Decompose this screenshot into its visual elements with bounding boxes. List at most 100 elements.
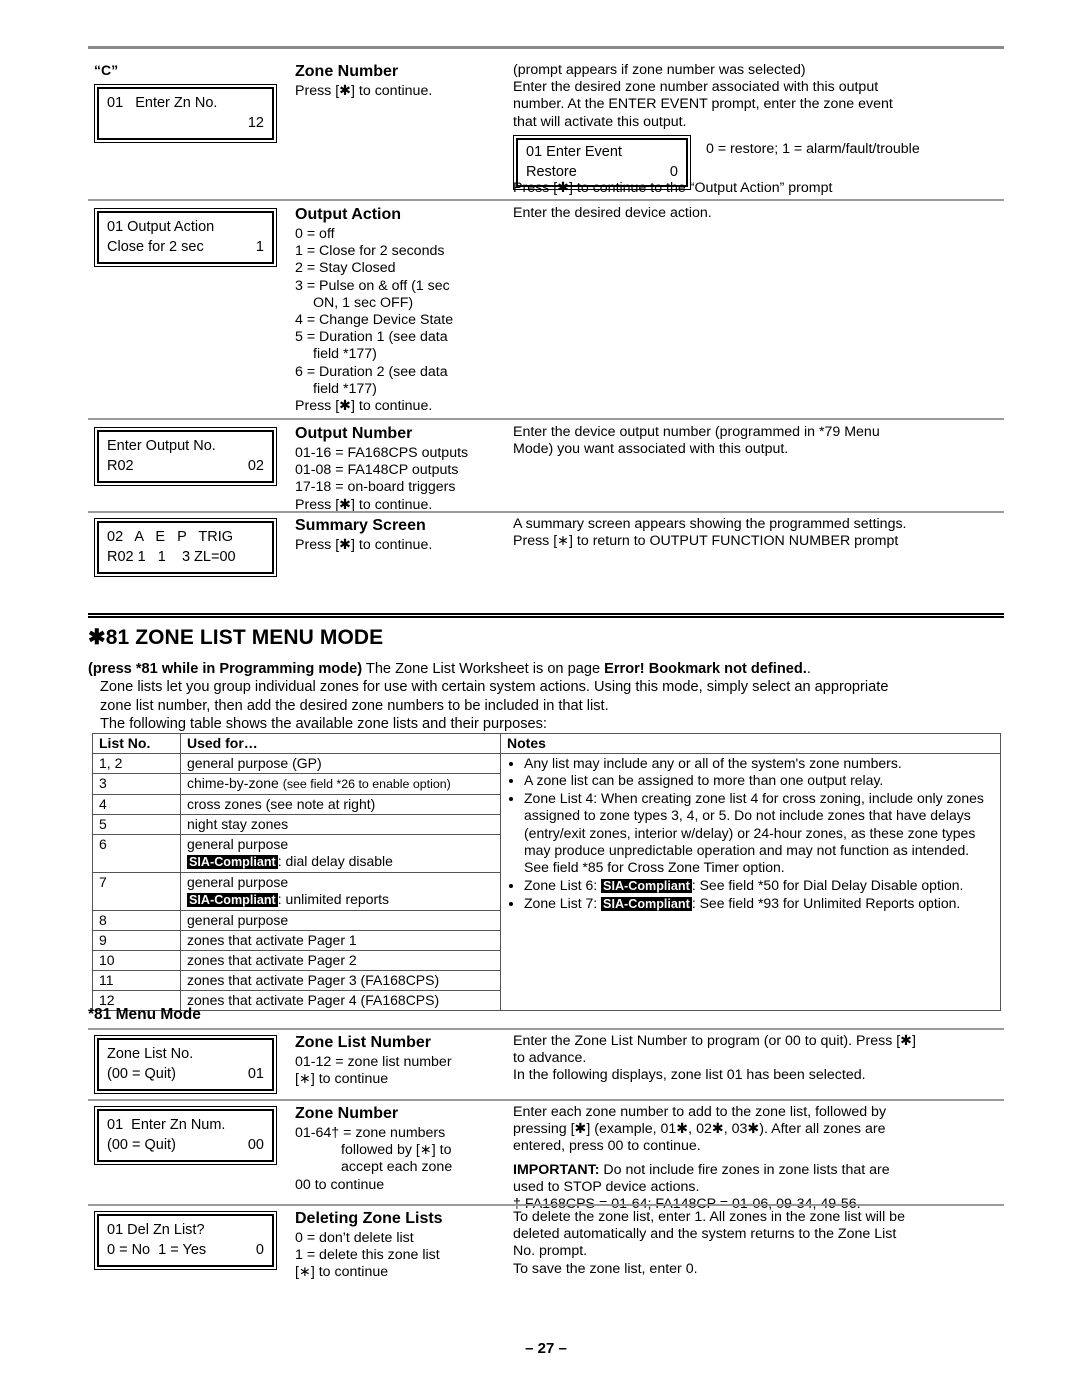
zn-sub-3: 00 to continue xyxy=(295,1176,385,1193)
on-sub-1: 01-08 = FA148CP outputs xyxy=(295,462,459,479)
lcd-zln-line2-left: (00 = Quit) xyxy=(107,1066,176,1082)
zone-list-number-desc: Enter the Zone List Number to program (o… xyxy=(513,1033,1003,1085)
oa-sub-9: field *177) xyxy=(313,380,377,397)
zn-important-label: IMPORTANT: xyxy=(513,1161,600,1178)
lcd-output-number: Enter Output No. R02 02 xyxy=(94,427,277,486)
used-main: night stay zones xyxy=(187,816,289,832)
oa-sub-6: 5 = Duration 1 (see data xyxy=(295,329,448,346)
cell-list-no: 8 xyxy=(92,910,181,931)
lcd-event-line2-left: Restore xyxy=(526,164,577,180)
lcd-ss-line1: 02 A E P TRIG xyxy=(107,529,233,545)
lcd-oa-line2-left: Close for 2 sec xyxy=(107,239,204,255)
cell-used-for: zones that activate Pager 3 (FA168CPS) xyxy=(180,970,501,991)
oa-sub-1: 1 = Close for 2 seconds xyxy=(295,243,445,260)
zn-important-line2: used to STOP device actions. xyxy=(513,1178,700,1195)
sia-badge: SIA-Compliant xyxy=(601,878,692,893)
cell-list-no: 10 xyxy=(92,950,181,971)
used-main: zones that activate Pager 1 xyxy=(187,932,357,948)
intro-bold-1: (press *81 while in Programming mode) xyxy=(88,661,363,677)
output-action-desc: Enter the desired device action. xyxy=(513,205,712,221)
cell-list-no: 3 xyxy=(92,773,181,795)
page-content: “C” 01 Enter Zn No. 12 Zone Number Press… xyxy=(88,0,1004,1397)
intro-paragraph: (press *81 while in Programming mode) Th… xyxy=(88,660,1004,734)
zone-number-block: Zone Number Press [✱] to continue. xyxy=(295,62,510,100)
cell-list-no: 5 xyxy=(92,814,181,835)
used-sia-line: SIA-Compliant: unlimited reports xyxy=(187,891,495,909)
lcd-zn-line2-left: (00 = Quit) xyxy=(107,1137,176,1153)
zln-desc-2: In the following displays, zone list 01 … xyxy=(513,1067,866,1084)
zone-number-entry-desc: Enter each zone number to add to the zon… xyxy=(513,1104,1003,1213)
dz-desc-0: To delete the zone list, enter 1. All zo… xyxy=(513,1209,905,1225)
on-desc-1: Mode) you want associated with this outp… xyxy=(513,441,789,458)
lcd-on-line1-left: Enter Output No. xyxy=(107,438,216,454)
note5-post: : See field *93 for Unlimited Reports op… xyxy=(691,895,961,912)
menu-divider-1 xyxy=(88,1099,1004,1101)
top-divider xyxy=(88,46,1004,49)
intro-bold-2: Error! Bookmark not defined. xyxy=(604,661,807,677)
lcd-oa-line1-left: 01 Output Action xyxy=(107,219,215,235)
zln-desc-1: to advance. xyxy=(513,1050,587,1067)
oa-sub-8: 6 = Duration 2 (see data xyxy=(295,363,448,380)
lcd-line2-right: 12 xyxy=(247,115,264,131)
cell-used-for: zones that activate Pager 4 (FA168CPS) xyxy=(180,990,501,1011)
oa-sub-4: ON, 1 sec OFF) xyxy=(313,294,414,311)
zn-title: Zone Number xyxy=(295,1105,399,1122)
ss-desc-1: Press [∗] to return to OUTPUT FUNCTION N… xyxy=(513,533,899,550)
lcd-zn-line2-right: 00 xyxy=(247,1137,264,1153)
sia-badge: SIA-Compliant xyxy=(187,855,278,869)
deleting-zone-lists-desc: To delete the zone list, enter 1. All zo… xyxy=(513,1209,1003,1278)
sia-tail: : dial delay disable xyxy=(277,853,393,869)
intro-rest-2: . xyxy=(806,661,811,677)
note-bullet-4: Zone List 6: SIA-Compliant: See field *5… xyxy=(524,877,995,895)
summary-screen-desc: A summary screen appears showing the pro… xyxy=(513,516,1003,550)
th-notes: Notes xyxy=(500,733,1001,754)
on-sub-0: 01-16 = FA168CPS outputs xyxy=(295,445,469,461)
zone-list-table: List No. Used for… Notes 1, 2 general pu… xyxy=(92,733,1001,1011)
lcd-summary-screen: 02 A E P TRIG R02 1 1 3 ZL=00 xyxy=(94,518,277,577)
used-main: general purpose xyxy=(187,836,289,852)
dz-desc-1: deleted automatically and the system ret… xyxy=(513,1226,897,1243)
used-sia-line: SIA-Compliant: dial delay disable xyxy=(187,853,495,871)
intro-line-2: Zone lists let you group individual zone… xyxy=(100,679,889,696)
zln-desc-0: Enter the Zone List Number to program (o… xyxy=(513,1033,916,1049)
cell-list-no: 6 xyxy=(92,834,181,873)
menu-mode-subhead: *81 Menu Mode xyxy=(88,1006,201,1023)
lcd-on-line2-left: R02 xyxy=(107,458,134,474)
cell-list-no: 11 xyxy=(92,970,181,991)
note5-pre: Zone List 7: xyxy=(524,895,602,912)
section-heading: ✱81 ZONE LIST MENU MODE xyxy=(88,626,384,649)
label-c: “C” xyxy=(94,62,119,78)
on-desc-0: Enter the device output number (programm… xyxy=(513,424,880,440)
dz-sub-1: 1 = delete this zone list xyxy=(295,1247,440,1264)
zn-sub-2: accept each zone xyxy=(341,1159,453,1176)
output-action-block: Output Action 0 = off 1 = Close for 2 se… xyxy=(295,205,510,415)
output-number-title: Output Number xyxy=(295,425,413,442)
lcd-zone-number-entry: 01 Enter Zn Num. (00 = Quit) 00 xyxy=(94,1106,277,1165)
note4-post: : See field *50 for Dial Delay Disable o… xyxy=(691,876,964,893)
section-rule xyxy=(88,613,1004,618)
cell-used-for: zones that activate Pager 1 xyxy=(180,930,501,951)
deleting-zone-lists-block: Deleting Zone Lists 0 = don’t delete lis… xyxy=(295,1209,510,1282)
zn-desc-1: pressing [✱] (example, 01✱, 02✱, 03✱). A… xyxy=(513,1121,886,1138)
intro-line-1: (press *81 while in Programming mode) Th… xyxy=(88,660,1004,678)
lcd-event-line1: 01 Enter Event xyxy=(526,144,622,160)
sia-badge: SIA-Compliant xyxy=(187,893,278,907)
cell-used-for: general purpose SIA-Compliant: dial dela… xyxy=(180,834,501,873)
lcd-zn-line1-left: 01 Enter Zn Num. xyxy=(107,1117,226,1133)
lcd-event-line2-right: 0 xyxy=(669,164,678,180)
zn-sub-0: 01-64† = zone numbers xyxy=(295,1125,446,1141)
output-action-title: Output Action xyxy=(295,206,402,223)
cell-used-for: general purpose (GP) xyxy=(180,753,501,774)
note4-pre: Zone List 6: xyxy=(524,876,602,893)
on-sub-2: 17-18 = on-board triggers xyxy=(295,479,456,496)
cell-used-for: cross zones (see note at right) xyxy=(180,794,501,815)
oa-sub-7: field *177) xyxy=(313,346,377,363)
lcd-zone-list-number: Zone List No. (00 = Quit) 01 xyxy=(94,1035,277,1094)
cell-used-for: general purpose xyxy=(180,910,501,931)
used-main: zones that activate Pager 4 (FA168CPS) xyxy=(187,992,440,1008)
cell-list-no: 9 xyxy=(92,930,181,951)
sia-badge: SIA-Compliant xyxy=(601,897,692,912)
used-main: zones that activate Pager 2 xyxy=(187,952,357,968)
used-main: general purpose (GP) xyxy=(187,755,322,771)
cell-list-no: 7 xyxy=(92,872,181,911)
